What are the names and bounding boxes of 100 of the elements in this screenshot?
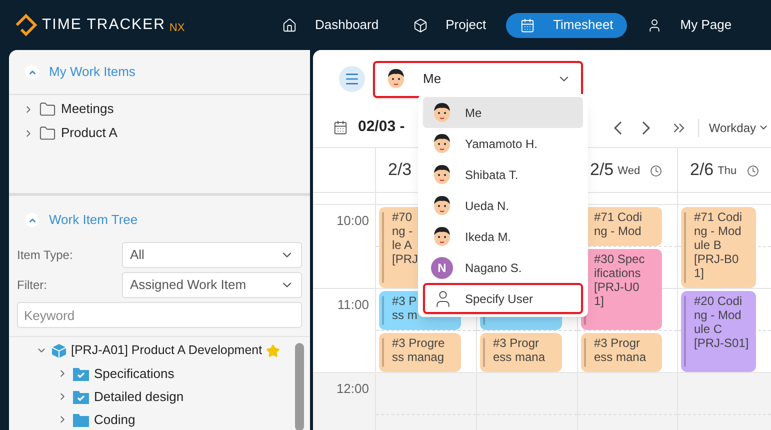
date-range: 02/03 - (358, 117, 405, 138)
field-label: Filter: (17, 277, 48, 294)
calendar-event[interactable]: #3 Progr ess mana (480, 333, 562, 372)
event-text: #3 Progre (392, 336, 445, 350)
select-field[interactable]: All (122, 242, 302, 268)
person-avatar-icon (431, 132, 453, 156)
view-select[interactable]: Workday (708, 118, 771, 136)
day-date: 2/5 (590, 159, 614, 182)
logo-text: TIME TRACKER (42, 14, 166, 35)
next-button[interactable] (642, 120, 650, 134)
event-text: [PRJ-B0 (694, 252, 740, 266)
user-option[interactable]: N Nagano S. (423, 252, 583, 283)
user-option[interactable]: Ikeda M. (423, 221, 583, 252)
tree-item[interactable]: Coding (9, 408, 310, 430)
time-label: 10:00 (336, 212, 369, 227)
day-date: 2/3 (388, 159, 412, 182)
cube-icon (51, 342, 67, 358)
user-option[interactable]: Ueda N. (423, 190, 583, 221)
home-icon (282, 18, 297, 32)
chevron-right-icon (642, 120, 650, 134)
day-date: 2/6 (690, 159, 714, 182)
event-text: #30 Spec (594, 252, 645, 266)
tree-item[interactable]: Meetings (9, 97, 310, 121)
event-text: #71 Codi (594, 210, 642, 224)
time-label: 12:00 (336, 380, 369, 395)
event-text: ng - Mod (594, 224, 642, 238)
event-text: #70 (392, 210, 414, 224)
calendar-event[interactable]: #30 Spec ifications [PRJ-U0 1] (581, 249, 662, 330)
calendar-icon (520, 18, 536, 32)
person-avatar-icon (431, 100, 453, 124)
nav-tab[interactable]: Dashboard (268, 12, 393, 38)
tree-item[interactable]: Product A (9, 121, 310, 145)
event-text: ss m (392, 308, 418, 322)
tree-item[interactable]: [PRJ-A01] Product A Development (9, 339, 310, 362)
nav-tab[interactable]: Timesheet (506, 12, 628, 38)
calendar-icon (333, 120, 348, 135)
tree-item[interactable]: Detailed design (9, 385, 310, 408)
initial-avatar: N (431, 256, 453, 278)
select-field[interactable]: Assigned Work Item (122, 272, 302, 298)
user-option[interactable]: Me (423, 97, 583, 128)
nav-tab[interactable]: Project (398, 12, 500, 38)
section-title: Work Item Tree (49, 211, 138, 230)
scrollbar[interactable] (295, 343, 304, 430)
logo-icon (14, 13, 38, 37)
time-label: 11:00 (337, 296, 369, 311)
clock-icon (650, 165, 662, 177)
event-text: ule B (694, 238, 722, 252)
checked-folder-icon (73, 390, 89, 404)
user-option[interactable]: Yamamoto H. (423, 128, 583, 159)
event-text: ss manag (392, 350, 445, 364)
keyword-field[interactable]: Keyword (17, 302, 302, 328)
person-avatar-icon (431, 162, 453, 186)
event-text: le A (392, 238, 414, 252)
event-text: #3 Progr (594, 336, 642, 350)
calendar-event[interactable]: #20 Codi ng - Mod ule C [PRJ-S01] (681, 291, 756, 372)
cube-icon (412, 18, 428, 32)
event-text: ess mana (493, 350, 546, 364)
event-text: [PRJ (392, 252, 418, 266)
person-avatar-icon (385, 67, 407, 91)
collapse-button[interactable] (25, 213, 39, 227)
folder-icon (39, 124, 56, 142)
chevron-left-icon (614, 120, 622, 134)
previous-button[interactable] (614, 120, 622, 134)
event-text: [PRJ-S01] (694, 336, 749, 350)
day-weekday: Thu (718, 164, 737, 180)
section-title: My Work Items (49, 63, 136, 82)
event-text: ess mana (594, 350, 646, 364)
user-select[interactable]: Me (373, 60, 583, 98)
person-avatar-icon (431, 224, 453, 248)
caret-up-icon (28, 68, 36, 76)
folder-icon (73, 412, 89, 426)
event-text: #3 P (392, 294, 418, 308)
event-text: ule C (694, 322, 724, 336)
event-text: #3 Progr (493, 336, 540, 350)
user-option[interactable]: Shibata T. (423, 159, 583, 190)
calendar-event[interactable]: #3 Progre ss manag (379, 333, 461, 372)
event-text: #20 Codi (694, 294, 744, 308)
checked-folder-icon (73, 366, 89, 380)
event-text: [PRJ-U0 (594, 280, 640, 294)
calendar-event[interactable]: #3 Progr ess mana (581, 333, 662, 372)
field-label: Item Type: (17, 247, 74, 264)
nav-tab[interactable]: My Page (633, 12, 746, 38)
collapse-button[interactable] (25, 65, 39, 79)
menu-icon (344, 71, 360, 87)
event-text: ifications (594, 266, 642, 280)
menu-button[interactable] (339, 66, 365, 92)
event-text: ng - (392, 224, 414, 238)
event-text: 1] (594, 294, 606, 308)
clock-icon (746, 165, 759, 177)
user-option[interactable]: Specify User (423, 283, 583, 314)
person-avatar-icon (431, 194, 453, 218)
user-icon (647, 18, 662, 32)
logo-suffix: NX (169, 20, 185, 36)
event-text: ng - Mod (694, 224, 742, 238)
event-text: ng - Mod (694, 308, 742, 322)
day-weekday: Wed (618, 164, 640, 180)
calendar-event[interactable]: #71 Codi ng - Mod ule B [PRJ-B0 1] (681, 207, 756, 288)
caret-up-icon (28, 216, 36, 224)
tree-item[interactable]: Specifications (9, 362, 310, 385)
event-text: 1] (694, 266, 706, 280)
